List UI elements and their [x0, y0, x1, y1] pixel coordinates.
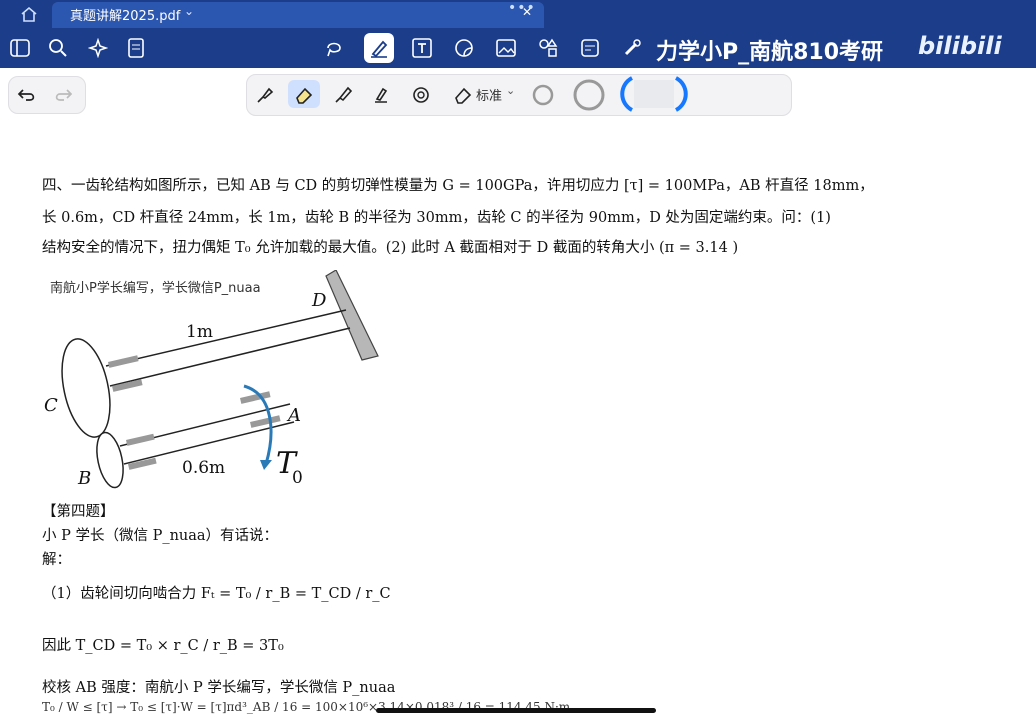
- gear-c: [61, 338, 111, 438]
- gear-b: [96, 431, 124, 489]
- close-tab-icon[interactable]: ✕: [522, 5, 532, 19]
- label-d: D: [312, 290, 327, 311]
- redo-icon[interactable]: [52, 84, 74, 106]
- home-indicator[interactable]: [376, 708, 656, 713]
- bearing-cd-1: [108, 355, 139, 368]
- note-icon[interactable]: [578, 36, 602, 60]
- solution-step-3: 校核 AB 强度：南航小 P 学长编写，学长微信 P_nuaa: [42, 680, 396, 696]
- text-box-icon[interactable]: [410, 36, 434, 60]
- problem-line-1: 四、一齿轮结构如图所示，已知 AB 与 CD 的剪切弹性模量为 G = 100G…: [42, 178, 874, 194]
- chevron-down-icon[interactable]: ⌄: [184, 4, 194, 18]
- bearing-ab-3: [126, 433, 155, 446]
- sidebar-icon[interactable]: [8, 36, 32, 60]
- lasso-icon[interactable]: [322, 36, 346, 60]
- sparkle-icon[interactable]: [86, 36, 110, 60]
- fixed-wall-d: [325, 270, 379, 361]
- laser-pointer-icon[interactable]: [620, 36, 644, 60]
- torque-arrow-head: [260, 460, 272, 470]
- fountain-pen-icon[interactable]: [254, 84, 276, 106]
- eraser-icon[interactable]: [293, 84, 315, 106]
- channel-watermark: 力学小P_南航810考研: [656, 40, 884, 65]
- solution-step-2: 因此 T_CD = T₀ × r_C / r_B = 3T₀: [42, 638, 284, 654]
- home-icon[interactable]: [20, 6, 38, 26]
- size-medium-icon[interactable]: [572, 78, 606, 116]
- label-b: B: [78, 468, 92, 489]
- problem-line-2: 长 0.6m，CD 杆直径 24mm，长 1m，齿轮 B 的半径为 30mm，齿…: [42, 210, 831, 226]
- problem-line-3: 结构安全的情况下，扭力偶矩 T₀ 允许加载的最大值。(2) 此时 A 截面相对于…: [42, 240, 739, 256]
- label-c: C: [44, 395, 58, 416]
- label-torque-sub: 0: [292, 468, 303, 488]
- undo-icon[interactable]: [16, 84, 38, 106]
- highlighter-icon[interactable]: [332, 84, 354, 106]
- solution-heading: 【第四题】: [42, 504, 115, 520]
- lasso-select-icon[interactable]: [410, 84, 432, 106]
- pen-tools-bar: [246, 74, 792, 116]
- marker-icon[interactable]: [370, 84, 392, 106]
- shapes-icon[interactable]: [536, 36, 560, 60]
- label-a: A: [288, 405, 301, 426]
- size-small-icon[interactable]: [532, 84, 554, 106]
- label-len-ab: 0.6m: [182, 458, 226, 478]
- preset-eraser-icon[interactable]: [452, 84, 474, 106]
- solution-jie: 解：: [42, 552, 71, 568]
- label-len-cd: 1m: [186, 322, 213, 342]
- tab-title[interactable]: 真题讲解2025.pdf: [70, 5, 180, 24]
- bilibili-logo: bilibili: [918, 32, 1002, 60]
- search-icon[interactable]: [46, 36, 70, 60]
- document-icon[interactable]: [124, 36, 148, 60]
- solution-intro: 小 P 学长（微信 P_nuaa）有话说：: [42, 528, 279, 544]
- preset-chevron-icon[interactable]: ⌄: [506, 84, 515, 97]
- sticker-icon[interactable]: [452, 36, 476, 60]
- pen-icon[interactable]: [364, 33, 394, 63]
- preset-label[interactable]: 标准: [476, 85, 502, 104]
- size-large-selected-icon[interactable]: [620, 74, 688, 118]
- image-icon[interactable]: [494, 36, 518, 60]
- solution-step-1: （1）齿轮间切向啮合力 Fₜ = T₀ / r_B = T_CD / r_C: [42, 586, 391, 602]
